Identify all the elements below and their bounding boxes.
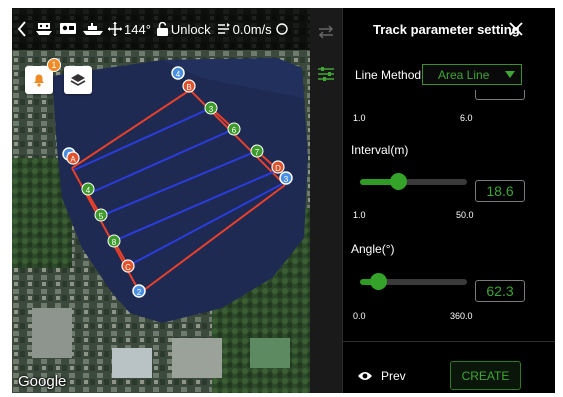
interval-max: 50.0	[456, 210, 474, 220]
waypoint[interactable]: 5	[94, 208, 108, 222]
waypoint[interactable]: 3	[204, 101, 218, 115]
status-bar: 144° Unlock 0.0m/s	[12, 8, 310, 50]
corner-label: C	[125, 263, 131, 272]
waypoint-label: 7	[255, 148, 260, 157]
boat-icon[interactable]	[32, 8, 56, 50]
chevron-left-icon[interactable]	[12, 8, 32, 50]
panel-actions: Prev CREATE	[343, 341, 555, 393]
lock-status: Unlock	[170, 21, 211, 37]
boundary-right	[189, 89, 286, 186]
map-view[interactable]: 1 4 2 3 A B C D 3 6 7 4 5 8	[12, 8, 310, 393]
unlock-icon[interactable]	[155, 8, 171, 50]
waypoint[interactable]: 7	[250, 144, 264, 158]
settings-sliders-icon[interactable]	[316, 64, 336, 84]
prev-label: Prev	[381, 369, 406, 383]
track-line	[73, 107, 212, 171]
speed-icon	[215, 8, 233, 50]
waypoint[interactable]: 8	[107, 234, 121, 248]
interval-slider[interactable]	[360, 173, 467, 190]
bell-icon	[34, 74, 44, 87]
waypoint-label: 4	[86, 186, 91, 195]
pin-marker[interactable]: 3	[279, 171, 293, 185]
interval-label: Interval(m)	[351, 143, 409, 157]
compass-icon	[275, 8, 289, 50]
corner-marker-d[interactable]: D	[271, 160, 285, 174]
waypoint[interactable]: 6	[227, 122, 241, 136]
track-line	[100, 150, 258, 217]
angle-min: 0.0	[353, 311, 366, 321]
hidden-value-box[interactable]	[475, 90, 525, 100]
interval-min: 1.0	[353, 210, 366, 220]
line-method-select[interactable]: Area Line	[422, 64, 522, 85]
layers-button[interactable]	[64, 66, 92, 94]
alarm-count-badge: 1	[47, 58, 61, 72]
interval-value-box[interactable]: 18.6	[475, 180, 525, 202]
angle-max: 360.0	[450, 311, 473, 321]
corner-marker-b[interactable]: B	[182, 79, 196, 93]
payload-icon[interactable]	[56, 8, 80, 50]
waypoint-label: 8	[112, 238, 117, 247]
close-icon[interactable]	[505, 18, 527, 40]
corner-marker-c[interactable]: C	[121, 259, 135, 273]
track-parameter-panel: Track parameter setting Line Method Area…	[342, 8, 555, 393]
line-method-value: Area Line	[438, 68, 490, 82]
speed-readout: 0.0m/s	[232, 21, 272, 37]
pin-label: 3	[284, 175, 289, 184]
angle-value-box[interactable]: 62.3	[475, 280, 525, 302]
layers-icon	[70, 74, 86, 86]
waypoint[interactable]: 4	[81, 182, 95, 196]
move-icon	[106, 8, 124, 50]
angle-slider[interactable]	[360, 273, 467, 290]
prev-button[interactable]: Prev	[357, 369, 406, 383]
tool-strip	[310, 8, 342, 393]
waypoint-label: 5	[99, 212, 104, 221]
app-window: 1 4 2 3 A B C D 3 6 7 4 5 8	[12, 8, 555, 393]
pin-label: 4	[176, 70, 181, 79]
angle-label: Angle(°)	[351, 242, 395, 256]
swap-icon[interactable]	[316, 22, 336, 42]
waypoint-label: 3	[209, 105, 214, 114]
corner-label: A	[70, 155, 76, 164]
corner-label: B	[186, 83, 191, 92]
angle-slider-thumb[interactable]	[369, 273, 387, 290]
boundary-bottom	[139, 184, 286, 294]
pin-marker[interactable]: 2	[132, 284, 146, 298]
interval-slider-thumb[interactable]	[390, 173, 408, 190]
panel-title: Track parameter setting	[373, 22, 520, 37]
pin-marker[interactable]: 4	[171, 66, 185, 80]
heading-readout: 144°	[124, 21, 151, 37]
caret-down-icon	[505, 71, 515, 78]
ship-icon[interactable]	[80, 8, 106, 50]
corner-label: D	[275, 164, 281, 173]
corner-marker-a[interactable]: A	[66, 151, 80, 165]
create-button[interactable]: CREATE	[450, 361, 521, 390]
first-slider-min: 1.0	[353, 113, 366, 123]
pin-label: 2	[137, 288, 142, 297]
eye-icon	[358, 372, 372, 380]
waypoint-label: 6	[232, 126, 237, 135]
track-line	[87, 128, 235, 195]
map-attribution: Google	[18, 373, 67, 390]
first-slider-max: 6.0	[460, 113, 473, 123]
line-method-label: Line Method	[355, 68, 422, 82]
